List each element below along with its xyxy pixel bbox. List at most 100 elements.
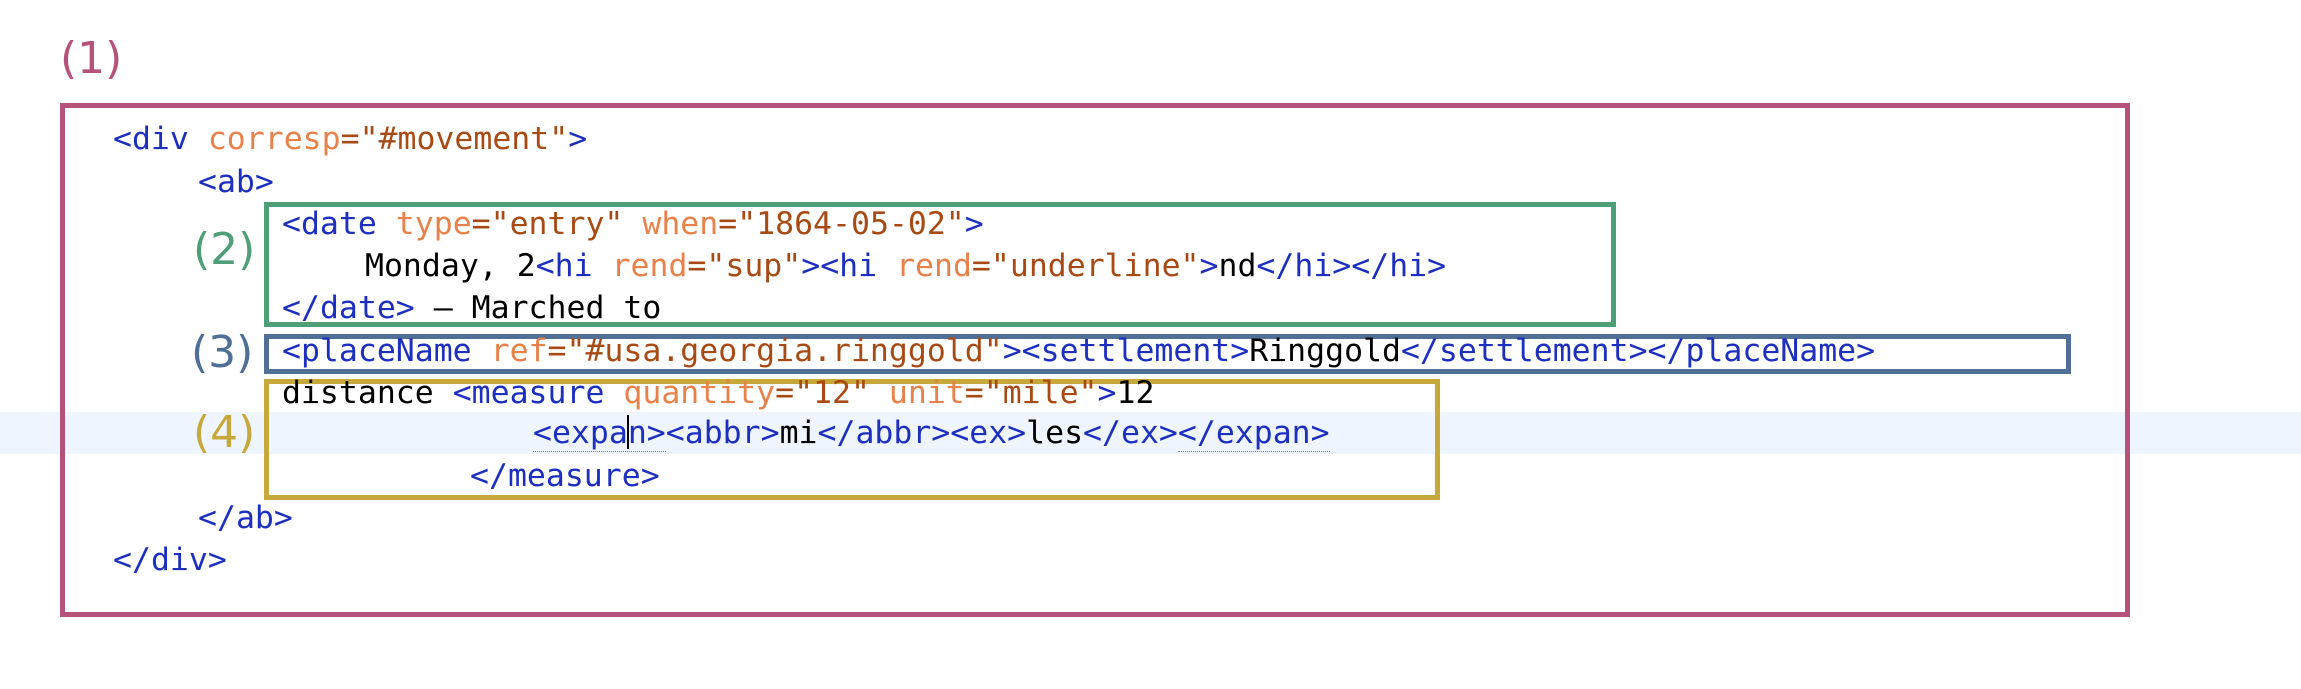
code-line-1: <div corresp="#movement"> [113,118,587,160]
attr-name: type [395,206,472,242]
tag-delim: > [640,458,660,494]
tag-delim: </ [1177,415,1216,451]
element-name: settlement [1438,333,1629,369]
tag-delim: > [207,542,227,578]
tag-delim: </ [1351,248,1390,284]
attr-value: "mile" [983,375,1098,411]
callout-label-1: (1) [60,33,123,84]
tag-delim: > [964,206,984,242]
attr-value: "sup" [706,248,802,284]
tag-delim: > [1097,375,1117,411]
code-line-5: </date> – Marched to [282,287,661,329]
tag-open-div: <div [113,121,189,157]
tag-delim: > [395,290,415,326]
tag-delim: </ [282,290,320,326]
tag-delim: > [760,415,780,451]
tag-delim: > [1158,415,1178,451]
tag-delim: > [254,164,274,200]
tag-delim: </ [198,500,236,536]
attr-name: unit [888,375,965,411]
attr-value: "12" [794,375,870,411]
tag-delim: < [113,121,132,157]
tag-delim: < [452,375,472,411]
attr-eq: = [964,375,984,411]
code-line-4: Monday, 2<hi rend="sup"><hi rend="underl… [365,245,1446,287]
tag-delim: < [282,333,301,369]
tag-delim: < [1021,333,1041,369]
element-name: settlement [1040,333,1231,369]
element-name: ex [1120,415,1159,451]
tag-delim: > [1002,333,1022,369]
tag-delim: < [665,415,685,451]
attr-eq: = [471,206,491,242]
tag-delim: </ [1647,333,1686,369]
attr-eq: = [340,121,360,157]
code-line-9: </measure> [470,455,660,497]
code-line-8: <expan><abbr>mi</abbr><ex>les</ex></expa… [533,412,1330,454]
tag-delim: </ [113,542,151,578]
tag-delim: > [1856,333,1876,369]
element-name: measure [507,458,641,494]
tag-delim: > [1007,415,1027,451]
tag-delim: </ [817,415,856,451]
element-name: hi [1294,248,1333,284]
text-content: Monday, 2 [365,248,536,284]
element-name: placeName [300,333,472,369]
text-content: nd [1218,248,1257,284]
text-content: 12 [1116,375,1155,411]
tag-delim: > [1628,333,1648,369]
attr-name: ref [490,333,548,369]
attr-eq: = [718,206,738,242]
attr-eq: = [775,375,795,411]
attr-value: "1864-05-02" [737,206,965,242]
attr-eq: = [547,333,567,369]
attr-eq: = [687,248,707,284]
attr-name: quantity [623,375,776,411]
element-name: ab [216,164,255,200]
expan-open-tag: <expan> [533,415,666,452]
tag-delim: < [198,164,217,200]
element-name: date [300,206,377,242]
tag-delim: > [1310,415,1330,451]
element-name: hi [1389,248,1428,284]
element-name: expan [1215,415,1311,451]
tag-delim: </ [1083,415,1121,451]
text-content: – Marched to [414,290,662,326]
attr-name: corresp [207,121,341,157]
tag-delim: </ [1256,248,1295,284]
attr-name: rend [896,248,972,284]
code-line-10: </ab> [198,497,293,539]
text-content: mi [779,415,818,451]
attr-name: when [642,206,719,242]
attr-value: "#movement" [359,121,569,157]
tag-delim: </ [1400,333,1439,369]
attr-value: "entry" [490,206,624,242]
element-name: hi [839,248,878,284]
tag-delim: < [533,415,552,451]
tag-delim: < [820,248,840,284]
element-name: abbr [684,415,761,451]
element-name: measure [471,375,605,411]
tag-delim: < [950,415,970,451]
element-name: n [627,415,647,451]
attr-value: "#usa.georgia.ringgold" [566,333,1003,369]
text-content: distance [282,375,453,411]
text-content: Ringgold [1249,333,1401,369]
tag-delim: > [1230,333,1250,369]
tag-delim: > [568,121,588,157]
code-line-6: <placeName ref="#usa.georgia.ringgold"><… [282,330,1875,372]
attr-eq: = [971,248,991,284]
tag-delim: > [1332,248,1352,284]
attr-value: "underline" [990,248,1200,284]
tag-delim: < [535,248,555,284]
tag-delim: </ [470,458,508,494]
element-name: ab [235,500,274,536]
code-line-7: distance <measure quantity="12" unit="mi… [282,372,1154,414]
element-name: div [131,121,189,157]
code-line-3: <date type="entry" when="1864-05-02"> [282,203,984,245]
text-cursor [626,415,629,449]
tag-delim: > [1427,248,1447,284]
element-name: ex [969,415,1008,451]
element-name: abbr [855,415,932,451]
tag-delim: > [1199,248,1219,284]
